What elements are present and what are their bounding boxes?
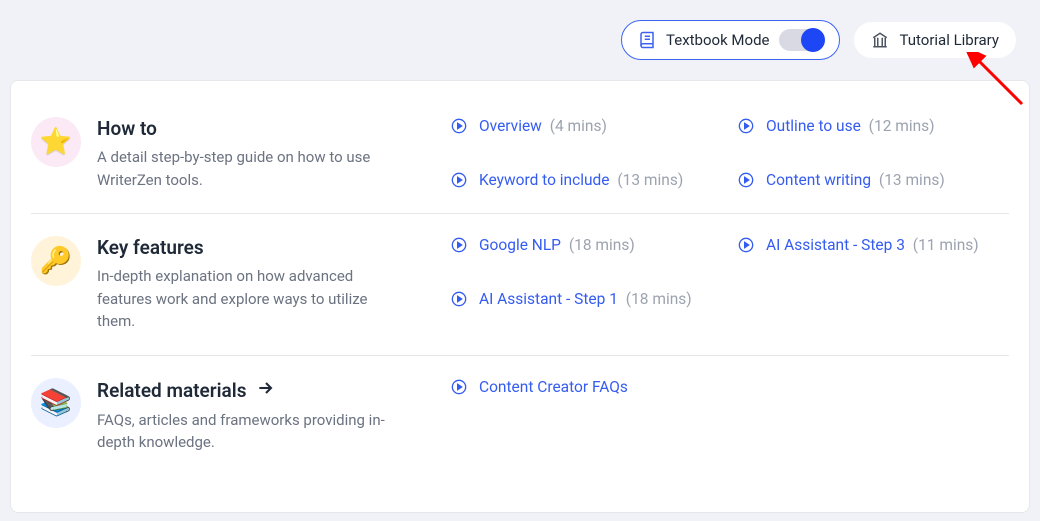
link-google-nlp[interactable]: Google NLP (18 mins): [451, 236, 722, 254]
section-howto: ⭐ How to A detail step-by-step guide on …: [31, 111, 1009, 213]
section-key-features: 🔑 Key features In-depth explanation on h…: [31, 213, 1009, 355]
section-related-materials: 📚 Related materials FAQs, articles and f…: [31, 355, 1009, 454]
toggle-switch[interactable]: [779, 29, 823, 51]
key-icon: 🔑: [31, 236, 81, 286]
play-icon: [451, 291, 467, 307]
section-title-howto: How to: [97, 117, 397, 140]
tutorial-library-label: Tutorial Library: [899, 31, 999, 49]
link-overview[interactable]: Overview (4 mins): [451, 117, 722, 135]
link-outline-to-use[interactable]: Outline to use (12 mins): [738, 117, 1009, 135]
section-desc-related: FAQs, articles and frameworks providing …: [97, 409, 397, 454]
play-icon: [738, 172, 754, 188]
section-title-key-features: Key features: [97, 236, 397, 259]
link-content-writing[interactable]: Content writing (13 mins): [738, 171, 1009, 189]
content-card: ⭐ How to A detail step-by-step guide on …: [10, 80, 1030, 513]
library-icon: [871, 31, 889, 49]
section-desc-key-features: In-depth explanation on how advanced fea…: [97, 265, 397, 333]
play-icon: [451, 379, 467, 395]
play-icon: [738, 237, 754, 253]
textbook-mode-label: Textbook Mode: [666, 31, 769, 49]
books-icon: 📚: [31, 378, 81, 428]
link-content-creator-faqs[interactable]: Content Creator FAQs: [451, 378, 722, 396]
section-desc-howto: A detail step-by-step guide on how to us…: [97, 146, 397, 191]
link-keyword-to-include[interactable]: Keyword to include (13 mins): [451, 171, 722, 189]
textbook-mode-toggle[interactable]: Textbook Mode: [621, 20, 840, 60]
play-icon: [451, 172, 467, 188]
star-icon: ⭐: [31, 117, 81, 167]
play-icon: [451, 237, 467, 253]
section-title-related[interactable]: Related materials: [97, 378, 397, 403]
play-icon: [451, 118, 467, 134]
top-controls: Textbook Mode Tutorial Library: [621, 20, 1016, 60]
link-ai-assistant-step-1[interactable]: AI Assistant - Step 1 (18 mins): [451, 290, 722, 308]
arrow-right-icon: [256, 378, 276, 403]
book-icon: [638, 31, 656, 49]
link-ai-assistant-step-3[interactable]: AI Assistant - Step 3 (11 mins): [738, 236, 1009, 254]
tutorial-library-button[interactable]: Tutorial Library: [854, 22, 1016, 58]
play-icon: [738, 118, 754, 134]
